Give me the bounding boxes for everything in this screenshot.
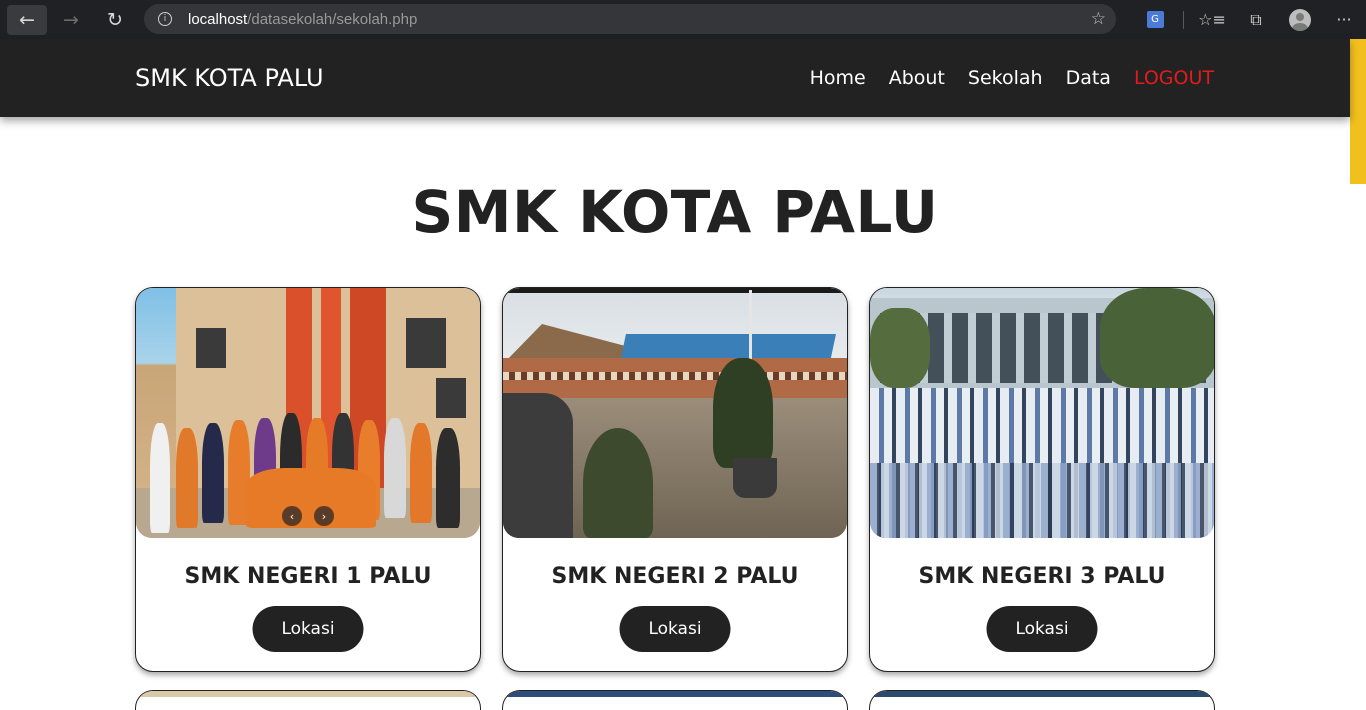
school-card: SMK NEGERI 3 PALU Lokasi: [869, 287, 1215, 672]
site-navbar: SMK KOTA PALU Home About Sekolah Data LO…: [0, 39, 1350, 117]
back-button[interactable]: ←: [7, 4, 47, 35]
nav-link-logout[interactable]: LOGOUT: [1134, 67, 1214, 89]
nav-link-sekolah[interactable]: Sekolah: [968, 67, 1043, 89]
school-card: SMK NEGERI 2 PALU Lokasi: [502, 287, 848, 672]
scrollbar-thumb[interactable]: [1350, 39, 1366, 184]
nav-link-about[interactable]: About: [889, 67, 945, 89]
arrow-left-icon: ←: [19, 8, 35, 31]
school-photo: ‹ ›: [136, 288, 480, 538]
carousel-prev-button[interactable]: ‹: [282, 506, 302, 526]
translate-icon: G: [1146, 11, 1164, 28]
browser-toolbar: ← → ↻ i localhost/datasekolah/sekolah.ph…: [0, 0, 1366, 39]
next-card-row: [135, 690, 1215, 710]
lokasi-button[interactable]: Lokasi: [252, 606, 364, 652]
settings-more-button[interactable]: ···: [1322, 0, 1366, 39]
favorites-button[interactable]: ☆≡: [1190, 0, 1234, 39]
nav-menu: Home About Sekolah Data LOGOUT: [810, 67, 1214, 89]
nav-link-home[interactable]: Home: [810, 67, 866, 89]
address-bar[interactable]: i localhost/datasekolah/sekolah.php ☆: [144, 4, 1116, 34]
url-path: /datasekolah/sekolah.php: [247, 10, 418, 28]
toolbar-divider: [1183, 10, 1184, 29]
school-card-partial: [502, 690, 848, 710]
school-photo: [503, 288, 847, 538]
arrow-right-icon: →: [63, 8, 79, 31]
avatar-icon: [1289, 8, 1311, 31]
site-info-icon[interactable]: i: [158, 12, 172, 26]
lokasi-button[interactable]: Lokasi: [619, 606, 731, 652]
school-photo: [870, 288, 1214, 538]
favorites-list-icon: ☆≡: [1198, 10, 1226, 29]
school-name: SMK NEGERI 1 PALU: [184, 564, 432, 589]
translate-button[interactable]: G: [1133, 0, 1177, 39]
more-dots-icon: ···: [1336, 10, 1352, 29]
url-text[interactable]: localhost/datasekolah/sekolah.php: [188, 11, 417, 28]
site-brand[interactable]: SMK KOTA PALU: [135, 64, 324, 92]
favorite-star-icon[interactable]: ☆: [1091, 9, 1106, 29]
school-card: ‹ › SMK NEGERI 1 PALU Lokasi: [135, 287, 481, 672]
school-card-partial: [135, 690, 481, 710]
collections-icon: ⧉: [1250, 9, 1262, 29]
carousel-next-button[interactable]: ›: [314, 506, 334, 526]
nav-link-data[interactable]: Data: [1066, 67, 1111, 89]
school-cards: ‹ › SMK NEGERI 1 PALU Lokasi SMK NEGERI …: [135, 287, 1215, 672]
school-name: SMK NEGERI 3 PALU: [918, 564, 1166, 589]
lokasi-button[interactable]: Lokasi: [986, 606, 1098, 652]
reload-icon: ↻: [107, 8, 123, 31]
school-card-partial: [869, 690, 1215, 710]
page-title: SMK KOTA PALU: [411, 178, 939, 246]
forward-button[interactable]: →: [51, 5, 91, 35]
browser-actions: G ☆≡ ⧉ ···: [1133, 0, 1366, 39]
profile-button[interactable]: [1278, 0, 1322, 39]
school-name: SMK NEGERI 2 PALU: [551, 564, 799, 589]
collections-button[interactable]: ⧉: [1234, 0, 1278, 39]
reload-button[interactable]: ↻: [95, 5, 135, 35]
url-host: localhost: [188, 10, 248, 28]
